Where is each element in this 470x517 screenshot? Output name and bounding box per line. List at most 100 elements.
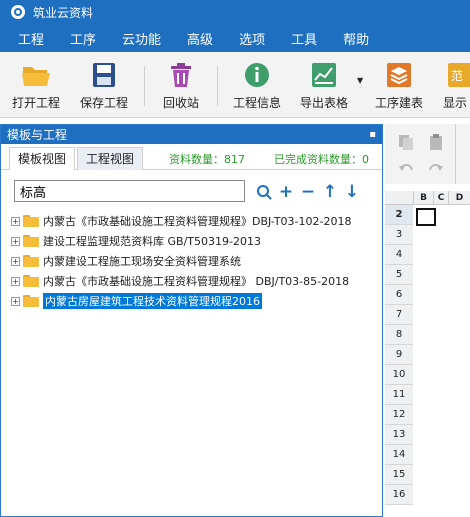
redo-icon[interactable]: [427, 160, 445, 178]
copy-icon[interactable]: [397, 133, 415, 151]
row-header[interactable]: 8: [385, 325, 413, 345]
row-header[interactable]: 3: [385, 225, 413, 245]
save-project-button[interactable]: 保存工程: [80, 62, 128, 111]
tree-node[interactable]: + 建设工程监理规范资料库 GB/T50319-2013: [11, 231, 351, 251]
tab-template-view[interactable]: 模板视图: [9, 147, 76, 170]
export-chart-icon: [312, 63, 336, 87]
completed-count: 已完成资料数量：0: [274, 153, 369, 166]
app-logo-icon: [11, 5, 25, 19]
row-header[interactable]: 5: [385, 265, 413, 285]
menu-process[interactable]: 工序: [70, 29, 96, 48]
column-b[interactable]: B: [413, 191, 433, 205]
open-project-label: 打开工程: [12, 96, 61, 110]
layers-icon: [387, 63, 411, 87]
column-d[interactable]: D: [448, 191, 470, 205]
folder-icon: [23, 235, 39, 247]
folder-icon: [23, 255, 39, 267]
sequence-table-button[interactable]: 工序建表: [375, 62, 423, 111]
menu-project[interactable]: 工程: [18, 29, 44, 48]
row-header[interactable]: 4: [385, 245, 413, 265]
tree-node-label: 建设工程监理规范资料库 GB/T50319-2013: [43, 235, 261, 248]
save-project-label: 保存工程: [80, 96, 129, 110]
panel-title: 模板与工程: [7, 128, 68, 142]
toolbar: 打开工程 保存工程 回收站 工程信息 导出表格 ▼ 工序建表 范 显示: [0, 52, 470, 118]
tree-node[interactable]: + 内蒙古《市政基础设施工程资料管理规程》DBJ-T03-102-2018: [11, 211, 351, 231]
row-header[interactable]: 6: [385, 285, 413, 305]
expand-icon[interactable]: +: [11, 256, 20, 266]
tree-node-label: 内蒙古房屋建筑工程技术资料管理规程2016: [43, 293, 262, 309]
expand-icon[interactable]: +: [11, 216, 20, 226]
folder-icon: [23, 295, 39, 307]
expand-icon[interactable]: +: [11, 276, 20, 286]
pin-icon[interactable]: ▪: [369, 129, 376, 140]
column-header: B C D: [385, 191, 470, 205]
row-header[interactable]: 10: [385, 365, 413, 385]
tree-node-label: 内蒙古《市政基础设施工程资料管理规程》 DBJ/T03-85-2018: [43, 275, 350, 288]
tree-node-selected[interactable]: + 内蒙古房屋建筑工程技术资料管理规程2016: [11, 291, 351, 311]
add-icon[interactable]: +: [275, 181, 297, 203]
minus-icon[interactable]: −: [297, 181, 319, 203]
paste-icon[interactable]: [427, 133, 445, 151]
toolbar-divider: [217, 66, 218, 106]
menu-bar: 工程 工序 云功能 高级 选项 工具 帮助: [0, 24, 470, 52]
export-dropdown-icon[interactable]: ▼: [357, 76, 363, 85]
panel-header: 模板与工程 ▪: [1, 125, 382, 144]
template-tree: + 内蒙古《市政基础设施工程资料管理规程》DBJ-T03-102-2018 + …: [11, 211, 351, 311]
info-icon: [245, 63, 269, 87]
tree-node-label: 内蒙建设工程施工现场安全资料管理系统: [43, 255, 241, 268]
column-c[interactable]: C: [433, 191, 448, 205]
window-title: 筑业云资料: [33, 5, 94, 20]
export-table-label: 导出表格: [300, 96, 349, 110]
open-project-button[interactable]: 打开工程: [12, 62, 60, 111]
undo-icon[interactable]: [397, 160, 415, 178]
show-button[interactable]: 范 显示: [443, 62, 470, 111]
tree-node-label: 内蒙古《市政基础设施工程资料管理规程》DBJ-T03-102-2018: [43, 215, 352, 228]
title-bar: 筑业云资料: [0, 0, 470, 24]
toolbar-divider: [144, 66, 145, 106]
save-disk-icon: [93, 63, 115, 87]
menu-tools[interactable]: 工具: [291, 29, 317, 48]
folder-icon: [23, 215, 39, 227]
trash-icon: [171, 63, 191, 87]
spreadsheet[interactable]: B C D 2 3 4 5 6 7 8 9 10 11 12 13 14 15 …: [385, 191, 470, 517]
recycle-bin-button[interactable]: 回收站: [163, 62, 199, 111]
row-header[interactable]: 9: [385, 345, 413, 365]
show-icon: 范: [448, 63, 470, 87]
expand-icon[interactable]: +: [11, 236, 20, 246]
material-count: 资料数量：817: [169, 153, 245, 166]
project-info-button[interactable]: 工程信息: [233, 62, 281, 111]
expand-icon[interactable]: +: [11, 296, 20, 306]
svg-text:范: 范: [451, 69, 463, 83]
template-project-panel: 模板与工程 ▪ 模板视图 工程视图 资料数量：817 已完成资料数量：0 + −…: [0, 124, 383, 517]
search-icon[interactable]: [253, 181, 275, 203]
row-header[interactable]: 15: [385, 465, 413, 485]
search-tools: + − ↑ ↓: [253, 181, 363, 203]
row-header[interactable]: 12: [385, 405, 413, 425]
view-tabs: 模板视图 工程视图 资料数量：817 已完成资料数量：0: [1, 144, 382, 170]
row-header[interactable]: 13: [385, 425, 413, 445]
menu-help[interactable]: 帮助: [343, 29, 369, 48]
menu-cloud[interactable]: 云功能: [122, 29, 161, 48]
arrow-up-icon[interactable]: ↑: [319, 181, 341, 203]
menu-options[interactable]: 选项: [239, 29, 265, 48]
row-header[interactable]: 11: [385, 385, 413, 405]
export-table-button[interactable]: 导出表格: [300, 62, 348, 111]
project-info-label: 工程信息: [233, 96, 282, 110]
arrow-down-icon[interactable]: ↓: [341, 181, 363, 203]
row-header[interactable]: 16: [385, 485, 413, 505]
row-header[interactable]: 14: [385, 445, 413, 465]
menu-advanced[interactable]: 高级: [187, 29, 213, 48]
edit-tools: [385, 124, 470, 184]
folder-open-icon: [22, 67, 50, 86]
active-cell[interactable]: [416, 208, 436, 226]
tree-node[interactable]: + 内蒙建设工程施工现场安全资料管理系统: [11, 251, 351, 271]
search-input[interactable]: [14, 180, 245, 202]
tree-node[interactable]: + 内蒙古《市政基础设施工程资料管理规程》 DBJ/T03-85-2018: [11, 271, 351, 291]
row-header[interactable]: 2: [385, 205, 413, 225]
row-headers: 2 3 4 5 6 7 8 9 10 11 12 13 14 15 16: [385, 205, 413, 505]
tab-project-view[interactable]: 工程视图: [77, 147, 144, 170]
folder-icon: [23, 275, 39, 287]
row-header[interactable]: 7: [385, 305, 413, 325]
show-label: 显示: [443, 96, 468, 110]
tools-divider: [455, 124, 456, 184]
